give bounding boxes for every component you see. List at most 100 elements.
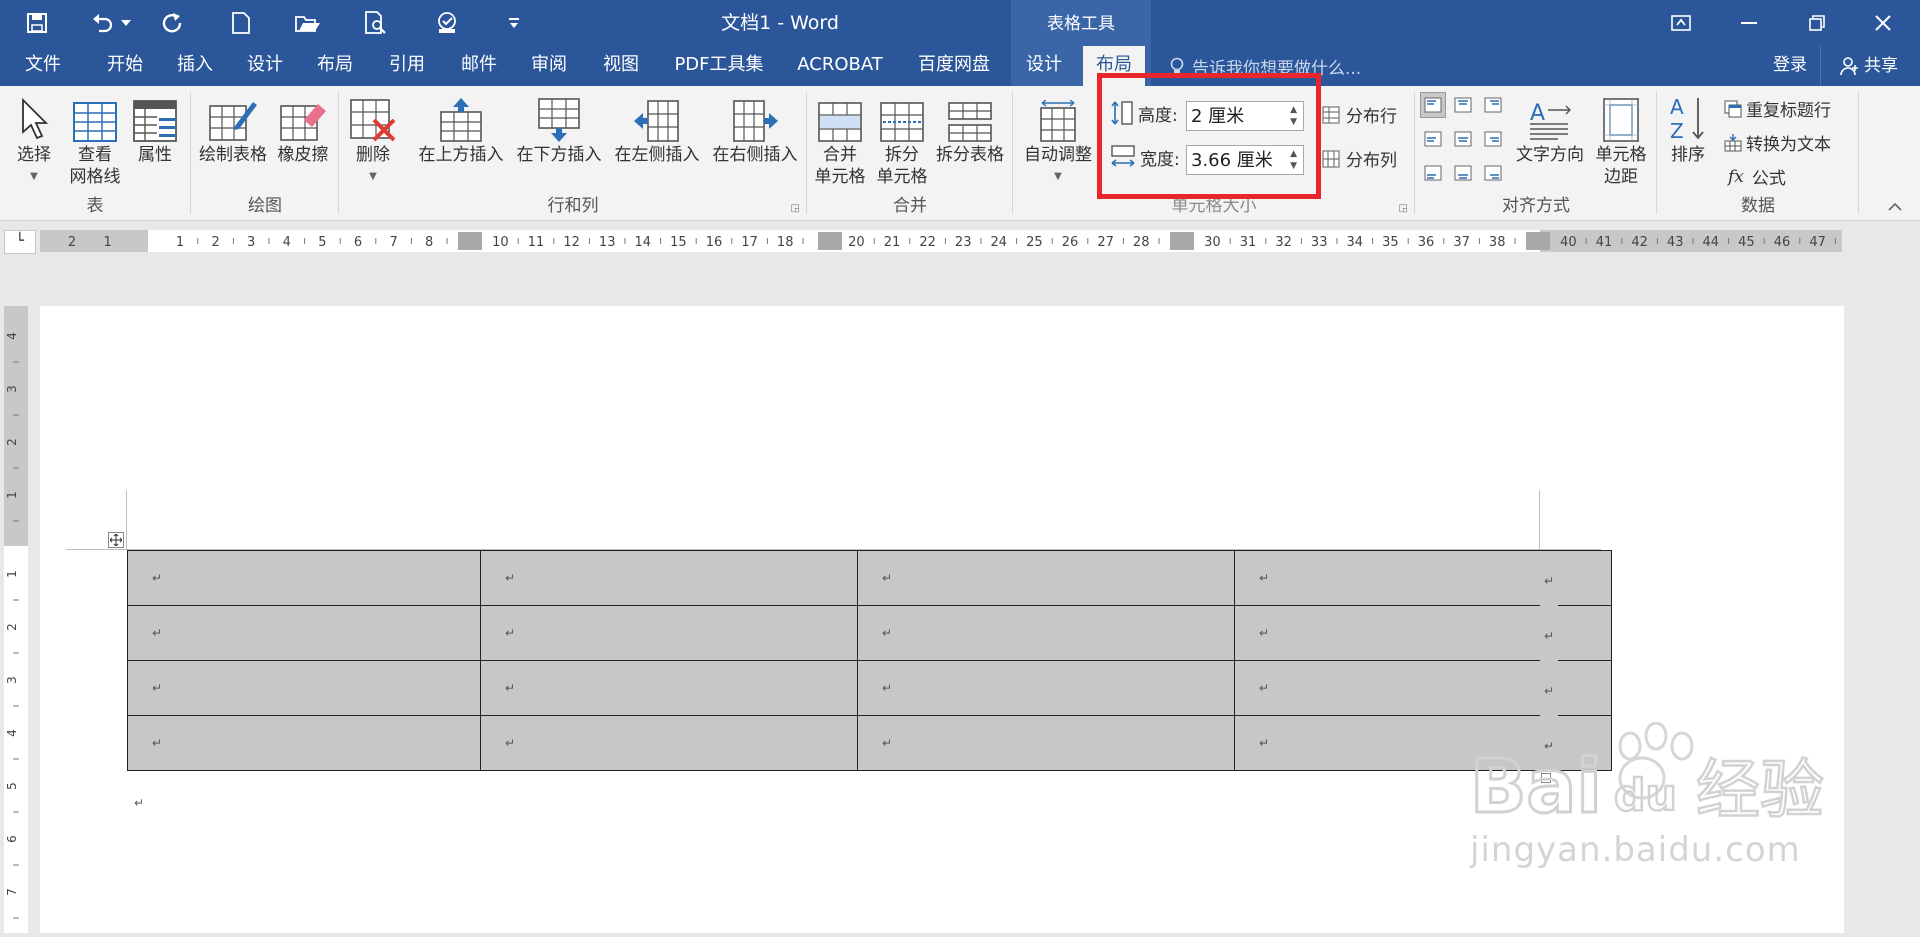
tab-insert[interactable]: 插入 (166, 46, 224, 86)
tab-review[interactable]: 审阅 (520, 46, 578, 86)
insert-left-button[interactable]: 在左侧插入 (610, 90, 704, 166)
ruler-tick-label: 17 (741, 235, 758, 250)
share-button[interactable]: 共享 (1820, 46, 1917, 86)
share-label: 共享 (1864, 56, 1898, 76)
sort-button[interactable]: AZ 排序 (1662, 90, 1714, 166)
redo-icon[interactable] (158, 9, 186, 37)
collapse-ribbon-icon[interactable] (1888, 196, 1902, 215)
dialog-launcher-icon[interactable]: ◲ (791, 203, 800, 214)
tab-design[interactable]: 设计 (236, 46, 294, 86)
table-cell[interactable]: ↵ (127, 660, 481, 716)
convert-to-text-button[interactable]: 转换为文本 (1724, 130, 1831, 155)
group-draw: 绘制表格 橡皮擦 绘图 (192, 86, 338, 220)
insert-below-button[interactable]: 在下方插入 (512, 90, 606, 166)
table-move-handle-icon[interactable] (108, 532, 124, 548)
delete-button[interactable]: 删除 ▼ (346, 90, 400, 188)
document-table[interactable]: ↵ ↵ ↵ ↵ ↵ ↵ ↵ ↵ ↵ ↵ ↵ ↵ ↵ ↵ ↵ ↵ (127, 550, 1612, 771)
tab-acrobat[interactable]: ACROBAT (790, 46, 890, 86)
ruler-tick-label: 42 (1631, 235, 1648, 250)
horizontal-ruler: └ 2 1 1 2 3 4 5 6 7 8 10 11 12 13 14 15 16 17 18 20 21 22 23 24… (0, 222, 1920, 260)
align-top-left-icon[interactable] (1420, 92, 1446, 118)
autofit-button[interactable]: 自动调整 ▼ (1018, 90, 1098, 188)
restore-icon[interactable] (1786, 0, 1848, 46)
ruler-tick-label: 2 (5, 623, 19, 631)
ruler-tick-label: 32 (1275, 235, 1292, 250)
ruler-tick-label: 35 (1382, 235, 1399, 250)
draw-table-button[interactable]: 绘制表格 (196, 90, 270, 166)
formula-button[interactable]: fx 公式 (1728, 164, 1786, 190)
table-cell[interactable]: ↵ (480, 550, 858, 606)
ribbon-display-options-icon[interactable] (1650, 0, 1712, 46)
undo-dropdown-icon[interactable] (118, 9, 134, 37)
login-link[interactable]: 登录 (1760, 46, 1820, 86)
row-end-mark: ↵ (1544, 684, 1555, 698)
tab-references[interactable]: 引用 (378, 46, 436, 86)
tab-file[interactable]: 文件 (14, 46, 72, 86)
tab-mailings[interactable]: 邮件 (450, 46, 508, 86)
open-folder-icon[interactable] (293, 9, 323, 37)
text-direction-icon: A (1512, 90, 1588, 142)
undo-icon[interactable] (88, 9, 116, 37)
split-table-button[interactable]: 拆分表格 (930, 90, 1010, 166)
table-cell[interactable]: ↵ (480, 660, 858, 716)
table-cell[interactable]: ↵ (127, 605, 481, 661)
table-cell[interactable]: ↵ (480, 605, 858, 661)
group-divider (1656, 92, 1657, 214)
tab-layout[interactable]: 布局 (306, 46, 364, 86)
align-middle-center-icon[interactable] (1450, 126, 1476, 152)
print-preview-icon[interactable] (362, 9, 390, 37)
minimize-icon[interactable] (1718, 0, 1780, 46)
align-bottom-center-icon[interactable] (1450, 160, 1476, 186)
repeat-header-rows-button[interactable]: 重复标题行 (1724, 96, 1831, 121)
table-cell[interactable]: ↵ (127, 550, 481, 606)
table-cell[interactable]: ↵ (857, 715, 1235, 771)
align-top-right-icon[interactable] (1480, 92, 1506, 118)
tab-view[interactable]: 视图 (592, 46, 650, 86)
tab-pdf-tools[interactable]: PDF工具集 (666, 46, 772, 86)
touch-mode-icon[interactable] (430, 9, 464, 37)
tab-baidu-netdisk[interactable]: 百度网盘 (908, 46, 1000, 86)
gridlines-icon (66, 90, 124, 142)
ruler-tick-label: 4 (5, 332, 19, 340)
repeat-header-icon (1724, 100, 1742, 118)
table-cell[interactable]: ↵ (857, 605, 1235, 661)
group-label-data: 数据 (1741, 196, 1775, 216)
view-gridlines-button[interactable]: 查看 网格线 (66, 90, 124, 188)
ruler-tick-label: 15 (670, 235, 687, 250)
dialog-launcher-icon[interactable]: ◲ (1399, 203, 1408, 214)
align-bottom-left-icon[interactable] (1420, 160, 1446, 186)
table-cell[interactable]: ↵ (857, 660, 1235, 716)
close-icon[interactable] (1852, 0, 1914, 46)
new-document-icon[interactable] (228, 9, 254, 37)
insert-above-button[interactable]: 在上方插入 (414, 90, 508, 166)
ruler-tick-label: 13 (599, 235, 616, 250)
ruler-tick-label: 21 (884, 235, 901, 250)
split-cells-icon (872, 90, 932, 142)
table-cell[interactable]: ↵ (480, 715, 858, 771)
align-middle-right-icon[interactable] (1480, 126, 1506, 152)
margin-guide (126, 490, 127, 550)
merge-cells-button[interactable]: 合并 单元格 (810, 90, 870, 188)
eraser-button[interactable]: 橡皮擦 (274, 90, 332, 166)
cell-margins-button[interactable]: 单元格 边距 (1590, 90, 1652, 188)
align-bottom-right-icon[interactable] (1480, 160, 1506, 186)
ruler-tick-label: 5 (5, 782, 19, 790)
distribute-columns-button[interactable]: 分布列 (1322, 146, 1397, 171)
table-cell[interactable]: ↵ (127, 715, 481, 771)
tab-home[interactable]: 开始 (96, 46, 154, 86)
customize-qat-icon[interactable] (506, 9, 522, 37)
tab-selector[interactable]: └ (4, 230, 36, 254)
align-top-center-icon[interactable] (1450, 92, 1476, 118)
align-middle-left-icon[interactable] (1420, 126, 1446, 152)
group-divider (1414, 92, 1415, 214)
table-cell[interactable]: ↵ (857, 550, 1235, 606)
text-direction-button[interactable]: A 文字方向 (1512, 90, 1588, 166)
distribute-rows-button[interactable]: 分布行 (1322, 102, 1397, 127)
tab-table-design[interactable]: 设计 (1016, 46, 1072, 86)
save-icon[interactable] (22, 9, 52, 37)
insert-right-button[interactable]: 在右侧插入 (708, 90, 802, 166)
ruler-tick-label: 40 (1560, 235, 1577, 250)
table-properties-button[interactable]: 属性 (128, 90, 182, 166)
split-cells-button[interactable]: 拆分 单元格 (872, 90, 932, 188)
select-button[interactable]: 选择 ▼ (8, 90, 60, 188)
